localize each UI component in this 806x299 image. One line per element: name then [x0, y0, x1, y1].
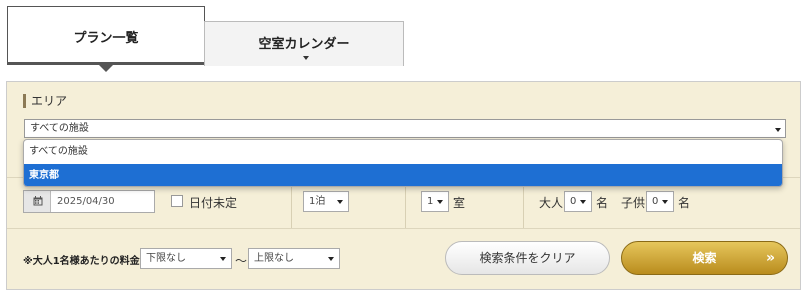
child-label: 子供 [621, 196, 646, 210]
adult-label: 大人 [539, 196, 564, 210]
child-count-value: 0 [652, 196, 659, 207]
tab-vacancy-calendar[interactable]: 空室カレンダー [204, 21, 404, 66]
child-unit: 名 [678, 196, 691, 210]
child-count-select[interactable]: 0 [646, 191, 674, 212]
nights-select[interactable]: 1泊 [303, 191, 349, 212]
clear-conditions-button[interactable]: 検索条件をクリア [445, 241, 610, 275]
chevron-down-icon [662, 200, 668, 204]
area-select-value: すべての施設 [30, 123, 89, 134]
price-max-select[interactable]: 上限なし [248, 248, 340, 269]
adult-count-value: 0 [570, 196, 577, 207]
search-button-label: 検索 [692, 251, 717, 265]
price-min-select[interactable]: 下限なし [140, 248, 232, 269]
checkin-date-value: 2025/04/30 [57, 196, 115, 207]
area-select[interactable]: すべての施設 [24, 119, 786, 138]
adult-unit: 名 [596, 196, 609, 210]
price-separator: 〜 [235, 254, 248, 268]
tab-plan-list[interactable]: プラン一覧 [7, 6, 205, 72]
calendar-icon [33, 196, 43, 206]
active-tab-indicator [99, 65, 113, 72]
search-button[interactable]: 検索 » [621, 241, 788, 275]
rooms-select[interactable]: 1 [421, 191, 449, 212]
checkin-date-field[interactable]: 2025/04/30 [23, 190, 155, 213]
area-option-all[interactable]: すべての施設 [24, 140, 782, 163]
date-undecided-checkbox[interactable] [171, 195, 183, 207]
price-label: ※大人1名様あたりの料金 [23, 256, 140, 267]
calendar-button[interactable] [24, 191, 51, 212]
area-dropdown-list: すべての施設 東京都 [23, 139, 783, 187]
chevron-down-icon [337, 200, 343, 204]
adult-count-select[interactable]: 0 [564, 191, 592, 212]
chevron-down-icon [220, 257, 226, 261]
chevron-down-icon [328, 257, 334, 261]
area-label: エリア [23, 94, 67, 108]
chevron-down-icon [775, 128, 781, 132]
price-min-value: 下限なし [146, 253, 186, 264]
price-max-value: 上限なし [254, 253, 294, 264]
chevron-down-icon [303, 56, 309, 60]
double-chevron-right-icon: » [765, 250, 775, 266]
rooms-unit: 室 [453, 196, 466, 210]
divider [7, 228, 800, 229]
rooms-value: 1 [427, 196, 434, 207]
chevron-down-icon [437, 200, 443, 204]
tab-vacancy-calendar-label: 空室カレンダー [258, 37, 350, 52]
area-option-tokyo[interactable]: 東京都 [24, 164, 782, 186]
tab-plan-list-label: プラン一覧 [73, 31, 139, 46]
date-undecided-label: 日付未定 [189, 196, 238, 210]
chevron-down-icon [580, 200, 586, 204]
nights-value: 1泊 [309, 196, 326, 207]
